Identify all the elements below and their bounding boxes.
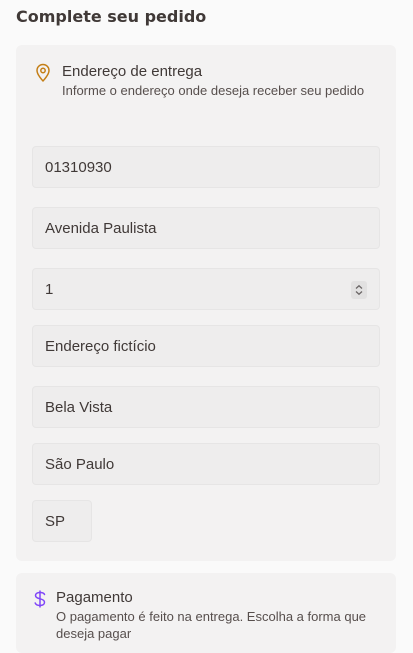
city-input[interactable]: São Paulo xyxy=(32,443,380,485)
neighborhood-input[interactable]: Bela Vista xyxy=(32,386,380,428)
state-input[interactable]: SP xyxy=(32,500,92,542)
complement-input[interactable]: Endereço fictício xyxy=(32,325,380,367)
cep-input[interactable]: 01310930 xyxy=(32,146,380,188)
state-value: SP xyxy=(45,512,66,530)
street-value: Avenida Paulista xyxy=(45,219,157,237)
payment-header: Pagamento O pagamento é feito na entrega… xyxy=(32,589,376,642)
number-input[interactable]: 1 xyxy=(32,268,380,310)
complement-value: Endereço fictício xyxy=(45,337,156,355)
stepper-arrows-icon xyxy=(355,284,363,296)
number-stepper[interactable] xyxy=(351,281,367,299)
page-title: Complete seu pedido xyxy=(16,7,207,26)
payment-subtitle: O pagamento é feito na entrega. Escolha … xyxy=(56,609,367,641)
address-subtitle: Informe o endereço onde deseja receber s… xyxy=(62,83,365,98)
map-pin-icon xyxy=(34,63,52,83)
address-card: Endereço de entrega Informe o endereço o… xyxy=(16,45,396,561)
cep-value: 01310930 xyxy=(45,158,112,176)
street-input[interactable]: Avenida Paulista xyxy=(32,207,380,249)
address-header: Endereço de entrega Informe o endereço o… xyxy=(34,63,372,99)
payment-card: Pagamento O pagamento é feito na entrega… xyxy=(16,573,396,653)
number-value: 1 xyxy=(45,280,54,298)
city-value: São Paulo xyxy=(45,455,115,473)
payment-title: Pagamento xyxy=(56,589,133,606)
address-title: Endereço de entrega xyxy=(62,63,203,80)
neighborhood-value: Bela Vista xyxy=(45,398,113,416)
dollar-icon xyxy=(32,589,48,609)
